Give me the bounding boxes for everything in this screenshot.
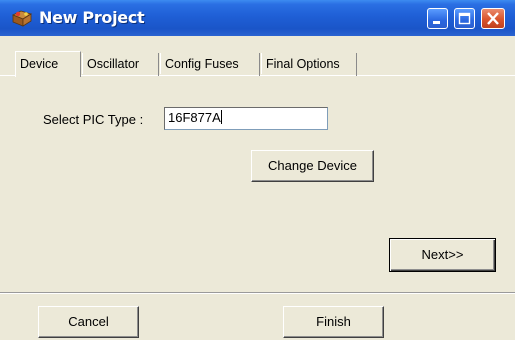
tab-label: Oscillator xyxy=(87,57,140,71)
tab-device[interactable]: Device xyxy=(15,51,81,77)
change-device-button[interactable]: Change Device xyxy=(251,150,374,182)
cancel-button[interactable]: Cancel xyxy=(38,306,139,338)
tab-final-options[interactable]: Final Options xyxy=(262,53,357,76)
tab-label: Final Options xyxy=(266,57,340,71)
footer-divider-highlight xyxy=(0,293,515,294)
pic-type-input[interactable]: 16F877A xyxy=(164,107,328,130)
window-title: New Project xyxy=(39,8,145,27)
next-button[interactable]: Next>> xyxy=(389,238,496,272)
tab-config-fuses[interactable]: Config Fuses xyxy=(161,53,260,76)
minimize-button[interactable] xyxy=(427,8,448,29)
tab-oscillator[interactable]: Oscillator xyxy=(83,53,159,76)
close-button[interactable] xyxy=(481,8,505,29)
project-wizard-icon xyxy=(12,10,32,27)
text-caret xyxy=(220,110,222,124)
close-icon xyxy=(487,12,499,25)
pic-type-value: 16F877A xyxy=(168,110,221,125)
maximize-icon xyxy=(458,12,471,25)
select-pic-type-label: Select PIC Type : xyxy=(43,112,144,127)
tab-label: Config Fuses xyxy=(165,57,239,71)
minimize-icon xyxy=(433,21,440,24)
finish-button[interactable]: Finish xyxy=(283,306,384,338)
new-project-dialog: New Project Device Oscillator Config Fus… xyxy=(0,0,515,340)
title-bar[interactable]: New Project xyxy=(0,0,515,36)
maximize-button[interactable] xyxy=(454,8,475,29)
tab-label: Device xyxy=(20,57,59,71)
